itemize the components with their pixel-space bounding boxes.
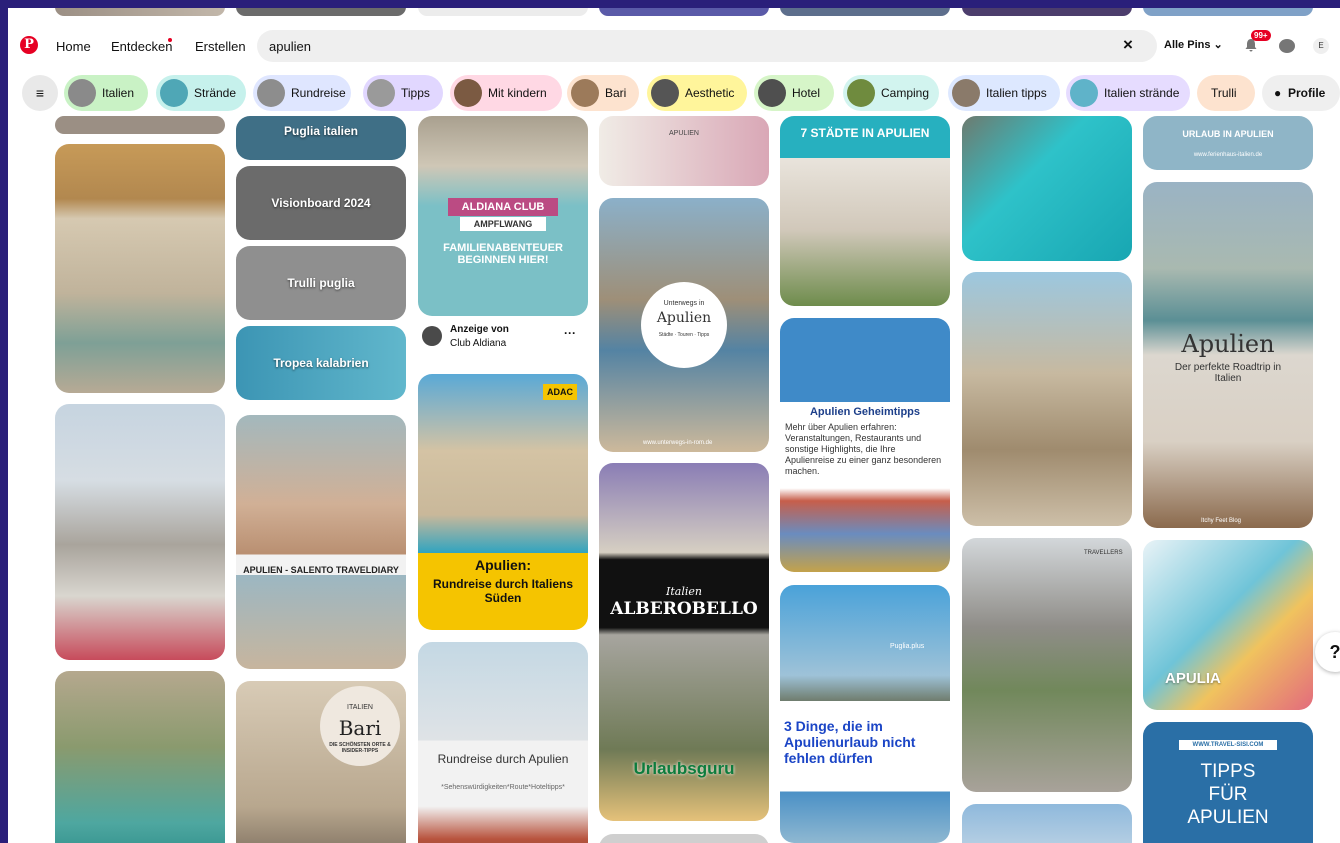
pin-aldiana-ad[interactable]: ALDIANA CLUB AMPFLWANG FAMILIENABENTEUER… (418, 116, 588, 316)
pin-rundreise-apulien[interactable]: Rundreise durch Apulien *Sehenswürdigkei… (418, 642, 588, 843)
itchy-label: Itchy Feet Blog (1201, 518, 1242, 524)
pin-7-staedte[interactable]: 7 STÄDTE IN APULIEN (780, 116, 950, 306)
chip-thumbnail (571, 79, 599, 107)
pin-top-6[interactable] (962, 8, 1132, 16)
pin-bari[interactable]: ITALIEN Bari DIE SCHÖNSTEN ORTE & INSIDE… (236, 681, 406, 843)
chip-thumbnail (847, 79, 875, 107)
pinterest-window: P Home Entdecken Erstellen × Alle Pins ⌄… (8, 8, 1340, 843)
chip-thumbnail (651, 79, 679, 107)
pin-roadtrip[interactable]: Apulien Der perfekte Roadtrip in Italien… (1143, 182, 1313, 528)
chip-thumbnail (68, 79, 96, 107)
pin-top-5[interactable] (780, 8, 950, 16)
pin-trulli-village[interactable] (55, 404, 225, 660)
chip-tipps[interactable]: Tipps (363, 75, 443, 111)
chip-thumbnail (758, 79, 786, 107)
chip-trulli[interactable]: Trulli (1197, 75, 1255, 111)
pin-trulli-street[interactable]: TRAVELLERS (962, 538, 1132, 792)
chip-thumbnail (367, 79, 395, 107)
pin-geheimtipps[interactable]: Apulien Geheimtipps Mehr über Apulien er… (780, 318, 950, 572)
pin-apulien-hotel[interactable]: APULIEN (599, 116, 769, 186)
pin-adac-rundreise[interactable]: ADAC Apulien: Rundreise durch Italiens S… (418, 374, 588, 630)
chip-bari[interactable]: Bari (567, 75, 639, 111)
chip-camping[interactable]: Camping (843, 75, 939, 111)
chip-thumbnail (257, 79, 285, 107)
messages-icon[interactable] (1279, 39, 1295, 53)
pin-top-1[interactable] (55, 8, 225, 16)
chip-aesthetic[interactable]: Aesthetic (647, 75, 747, 111)
pin-top-7[interactable] (1143, 8, 1313, 16)
apulia-label: APULIA (1165, 670, 1221, 687)
pin-visionboard[interactable]: Visionboard 2024 (236, 166, 406, 240)
chip-hotel[interactable]: Hotel (754, 75, 834, 111)
pin-top-4[interactable] (599, 8, 769, 16)
help-button[interactable]: ? (1315, 632, 1340, 672)
pin-piazza[interactable] (962, 272, 1132, 526)
pin-col6-bottom[interactable] (962, 804, 1132, 843)
clear-search-icon[interactable]: × (1123, 35, 1133, 55)
ad-sponsor[interactable]: Anzeige von Club Aldiana ··· (422, 324, 588, 354)
chip-rundreise[interactable]: Rundreise (253, 75, 351, 111)
bari-badge: ITALIEN Bari DIE SCHÖNSTEN ORTE & INSIDE… (320, 686, 400, 766)
chip-thumbnail (1070, 79, 1098, 107)
chip-italien-straende[interactable]: Italien strände (1066, 75, 1190, 111)
notification-badge: 99+ (1251, 30, 1271, 41)
chip-profile[interactable]: ● Profile (1262, 75, 1340, 111)
pin-rustic-house[interactable] (55, 144, 225, 393)
adac-badge: ADAC (543, 384, 577, 400)
sponsor-logo-icon (422, 326, 442, 346)
pin-apulia-map[interactable]: APULIA (1143, 540, 1313, 710)
ad-label: Anzeige von (450, 324, 509, 335)
chip-italien-tipps[interactable]: Italien tipps (948, 75, 1060, 111)
travellers-label: TRAVELLERS (1084, 550, 1123, 556)
pin-col4-bottom[interactable] (599, 834, 769, 843)
top-navigation: P Home Entdecken Erstellen × Alle Pins ⌄… (8, 30, 1340, 68)
pin-salento-diary[interactable]: APULIEN - SALENTO TRAVELDIARY (236, 415, 406, 669)
unterwegs-seal: Unterwegs in Apulien Städte · Touren · T… (641, 282, 727, 368)
pin-alberobello[interactable]: Italien ALBEROBELLO Urlaubsguru (599, 463, 769, 821)
chip-mit-kindern[interactable]: Mit kindern (450, 75, 562, 111)
chip-thumbnail (454, 79, 482, 107)
chip-italien[interactable]: Italien (64, 75, 148, 111)
pin-3-dinge[interactable]: Puglia.plus 3 Dinge, die im Apulienurlau… (780, 585, 950, 843)
chip-thumbnail (160, 79, 188, 107)
search-input[interactable] (269, 30, 1069, 62)
chip-straende[interactable]: Strände (156, 75, 246, 111)
pin-grotta-swimmers[interactable] (962, 116, 1132, 261)
pin-top-2[interactable] (236, 8, 406, 16)
puglia-plus-label: Puglia.plus (890, 643, 925, 650)
filter-chips-bar: ≡ Italien Strände Rundreise Tipps Mit ki… (20, 75, 1340, 111)
avatar[interactable]: E (1313, 38, 1329, 54)
filter-settings-icon[interactable]: ≡ (22, 75, 58, 111)
pin-col1-stub[interactable] (55, 116, 225, 134)
pin-tropea[interactable]: Tropea kalabrien (236, 326, 406, 400)
pin-unterwegs-apulien[interactable]: Unterwegs in Apulien Städte · Touren · T… (599, 198, 769, 452)
pin-urlaub-apulien[interactable]: URLAUB IN APULIEN www.ferienhaus-italien… (1143, 116, 1313, 170)
pin-trulli-puglia[interactable]: Trulli puglia (236, 246, 406, 320)
nav-create[interactable]: Erstellen (195, 39, 246, 54)
explore-notification-dot (168, 38, 172, 42)
pin-puglia-italien[interactable]: Puglia italien (236, 116, 406, 160)
chip-thumbnail (952, 79, 980, 107)
ad-name: Club Aldiana (450, 338, 507, 349)
nav-explore[interactable]: Entdecken (111, 39, 172, 54)
pin-tipps-apulien[interactable]: WWW.TRAVEL-SISI.COM TIPPS FÜR APULIEN (1143, 722, 1313, 843)
pin-grotto[interactable] (55, 671, 225, 843)
search-scope-dropdown[interactable]: Alle Pins ⌄ (1164, 38, 1223, 51)
pin-top-3[interactable] (418, 8, 588, 16)
nav-home[interactable]: Home (56, 39, 91, 54)
search-bar: × (257, 30, 1157, 62)
more-options-icon[interactable]: ··· (564, 326, 576, 340)
pinterest-logo-icon[interactable]: P (20, 36, 38, 54)
